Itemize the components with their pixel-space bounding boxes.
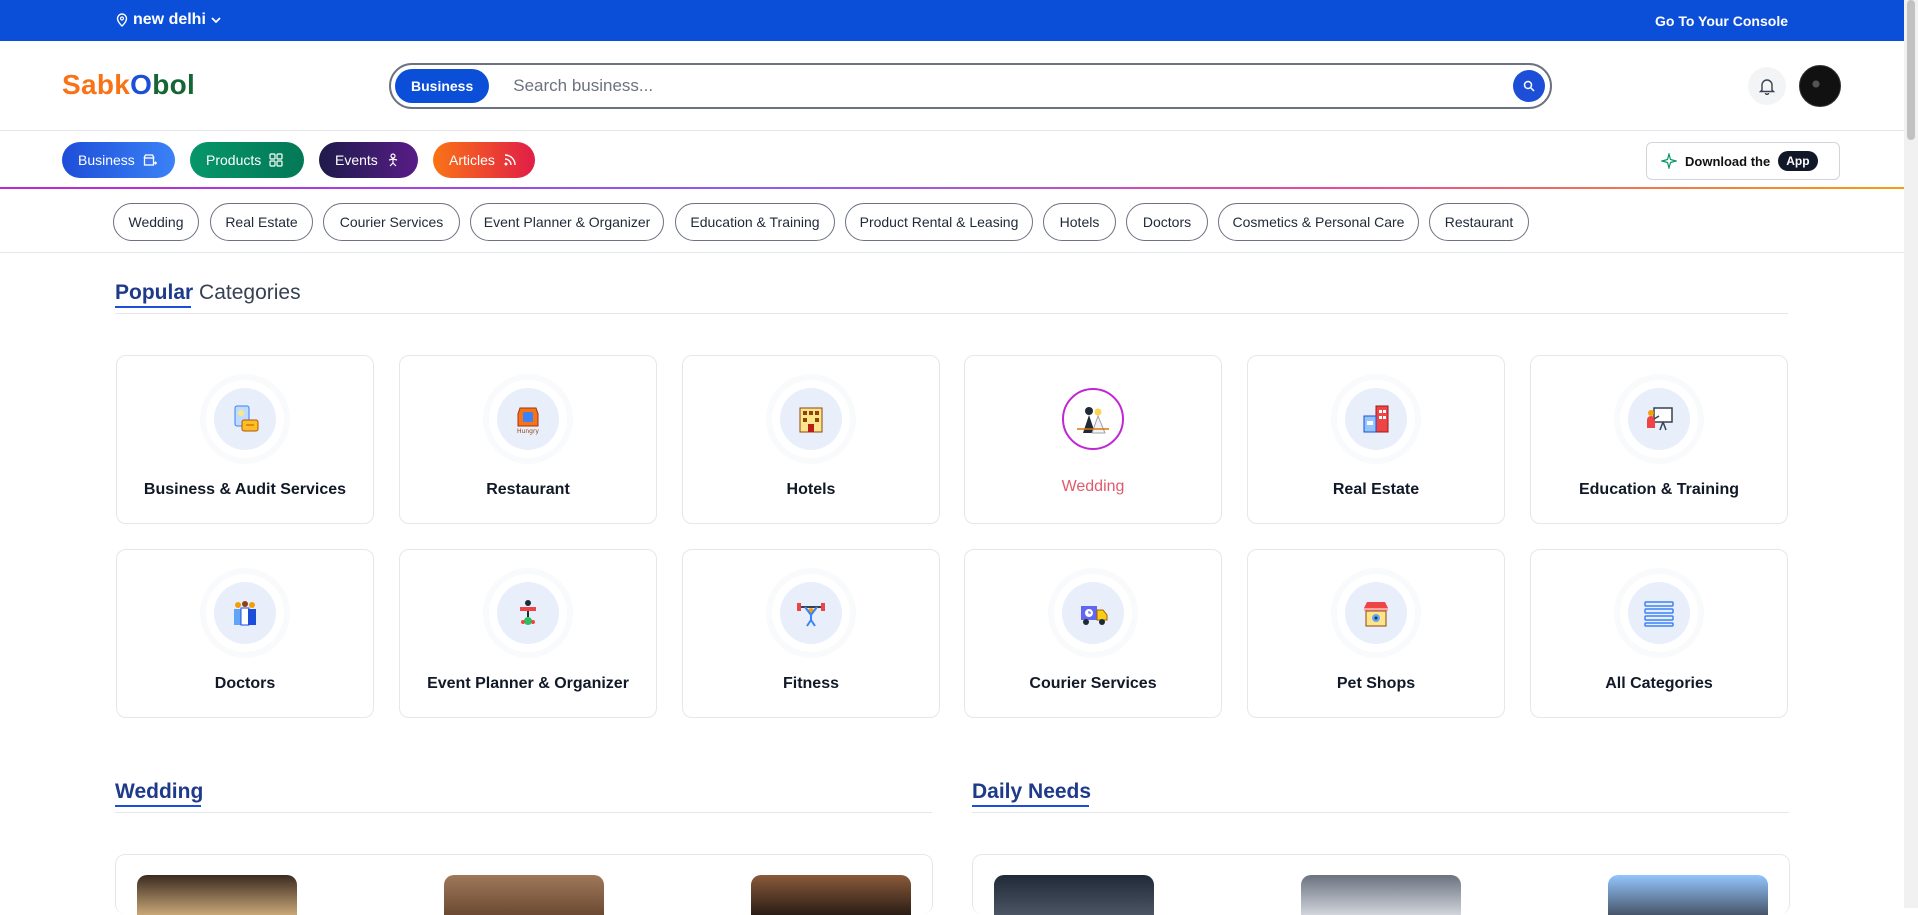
daily-needs-thumbnail[interactable]: [994, 875, 1154, 915]
category-card[interactable]: Education & Training: [1530, 355, 1788, 524]
avatar[interactable]: [1799, 65, 1841, 107]
section-divider: [115, 313, 1788, 314]
quick-chips: Wedding Real Estate Courier Services Eve…: [0, 189, 1918, 253]
chip-courier-services[interactable]: Courier Services: [323, 203, 460, 241]
location-selector[interactable]: new delhi: [116, 11, 221, 29]
doctors-icon: [234, 601, 256, 626]
performer-icon: [388, 153, 397, 167]
category-card[interactable]: Pet Shops: [1247, 549, 1505, 718]
download-app-button[interactable]: Download the App: [1646, 142, 1840, 180]
pet-shop-icon: [1364, 602, 1388, 627]
notifications-button[interactable]: [1748, 67, 1786, 105]
daily-needs-thumbnail[interactable]: [1301, 875, 1461, 915]
category-card[interactable]: Business & Audit Services: [116, 355, 374, 524]
chip-wedding[interactable]: Wedding: [113, 203, 199, 241]
title-underline: [972, 805, 1089, 807]
category-label: Hotels: [786, 481, 836, 498]
section-divider: [115, 812, 932, 813]
category-card[interactable]: Hotels: [682, 355, 940, 524]
audit-icon: [234, 405, 259, 432]
chip-real-estate[interactable]: Real Estate: [210, 203, 313, 241]
event-icon: [520, 600, 536, 625]
daily-needs-panel: [972, 854, 1790, 915]
category-label: Event Planner & Organizer: [427, 675, 629, 692]
search-icon: [1523, 80, 1535, 92]
category-label: Courier Services: [1029, 675, 1157, 692]
nav-articles[interactable]: Articles: [433, 142, 535, 178]
category-label: All Categories: [1605, 675, 1713, 692]
category-nav: Business Products Events Articles Downlo…: [0, 131, 1904, 189]
category-card[interactable]: All Categories: [1530, 549, 1788, 718]
category-card[interactable]: Doctors: [116, 549, 374, 718]
daily-needs-section-title: Daily Needs: [972, 780, 1092, 803]
chip-cosmetics[interactable]: Cosmetics & Personal Care: [1218, 203, 1419, 241]
svg-text:Hungry: Hungry: [517, 428, 539, 435]
wedding-thumbnail[interactable]: [751, 875, 911, 915]
category-card[interactable]: Real Estate: [1247, 355, 1505, 524]
chip-restaurant[interactable]: Restaurant: [1429, 203, 1529, 241]
scrollbar-thumb[interactable]: [1907, 0, 1915, 140]
header: SabkObol Business Search business...: [0, 41, 1918, 131]
logo[interactable]: SabkObol: [62, 69, 195, 101]
title-underline: [115, 805, 201, 807]
wedding-section-title: Wedding: [115, 780, 204, 803]
nav-products[interactable]: Products: [190, 142, 304, 178]
rss-icon: [504, 154, 516, 166]
sparkle-icon: [1661, 153, 1677, 169]
category-label: Fitness: [782, 675, 839, 692]
fitness-icon: [797, 603, 825, 627]
chip-event-planner[interactable]: Event Planner & Organizer: [470, 203, 664, 241]
category-label: Wedding: [1061, 478, 1125, 495]
chip-education-training[interactable]: Education & Training: [675, 203, 835, 241]
section-divider: [972, 812, 1789, 813]
list-icon: [1644, 601, 1674, 627]
wedding-thumbnail[interactable]: [444, 875, 604, 915]
category-card-active[interactable]: Wedding: [964, 355, 1222, 524]
wedding-thumbnail[interactable]: [137, 875, 297, 915]
scrollbar[interactable]: [1904, 0, 1918, 908]
grid-icon: [269, 153, 283, 167]
category-label: Education & Training: [1578, 481, 1739, 498]
chip-product-rental[interactable]: Product Rental & Leasing: [845, 203, 1033, 241]
search-bar: Business Search business...: [389, 63, 1552, 109]
location-pin-icon: [116, 13, 128, 27]
bell-icon: [1758, 79, 1776, 95]
category-card[interactable]: Fitness: [682, 549, 940, 718]
category-card[interactable]: Event Planner & Organizer: [399, 549, 657, 718]
chevron-down-icon: [211, 17, 221, 24]
chip-doctors[interactable]: Doctors: [1126, 203, 1208, 241]
restaurant-icon: Hungry: [517, 407, 539, 435]
nav-events[interactable]: Events: [319, 142, 418, 178]
category-label: Doctors: [214, 675, 276, 692]
daily-needs-thumbnail[interactable]: [1608, 875, 1768, 915]
popular-categories-title: Popular Categories: [115, 281, 301, 304]
category-label: Business & Audit Services: [143, 481, 347, 498]
courier-truck-icon: [1081, 606, 1108, 625]
search-input[interactable]: Search business...: [513, 76, 1513, 96]
search-button[interactable]: [1513, 70, 1545, 102]
building-icon: [1363, 405, 1389, 433]
top-bar: new delhi Go To Your Console: [0, 0, 1918, 41]
category-label: Pet Shops: [1336, 675, 1416, 692]
wedding-icon: [1077, 407, 1109, 434]
chip-hotels[interactable]: Hotels: [1043, 203, 1116, 241]
category-card[interactable]: Hungry Restaurant: [399, 355, 657, 524]
category-card[interactable]: Courier Services: [964, 549, 1222, 718]
category-label: Real Estate: [1332, 481, 1420, 498]
app-badge: App: [1778, 151, 1818, 171]
console-link[interactable]: Go To Your Console: [1655, 13, 1788, 29]
title-underline: [115, 306, 191, 308]
wedding-panel: [115, 854, 933, 915]
category-label: Restaurant: [486, 481, 570, 498]
nav-business[interactable]: Business: [62, 142, 175, 178]
store-icon: [143, 154, 157, 166]
hotel-icon: [799, 407, 823, 433]
search-scope-button[interactable]: Business: [395, 69, 490, 103]
location-label: new delhi: [133, 11, 206, 28]
teacher-icon: [1647, 407, 1673, 431]
